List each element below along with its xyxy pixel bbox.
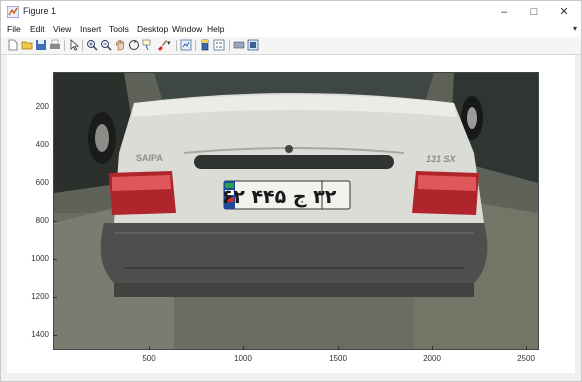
minimize-button[interactable]: – [493, 4, 515, 20]
x-tick-mark [338, 346, 339, 350]
figure-window: Figure 1 – □ ✕ File Edit View Insert Too… [0, 0, 582, 382]
toolbar-separator [195, 40, 196, 51]
hide-plot-tools-icon[interactable] [233, 39, 245, 51]
zoom-out-icon[interactable] [100, 39, 112, 51]
y-tick-mark [53, 183, 57, 184]
x-tick-mark [526, 346, 527, 350]
zoom-in-icon[interactable] [86, 39, 98, 51]
save-icon[interactable] [35, 39, 47, 51]
y-tick-label: 400 [35, 140, 49, 149]
maximize-button[interactable]: □ [523, 4, 545, 20]
image-axes[interactable]: SAIPA 131 SX ۳۲ ج ۴۴۵ ۶۲ [53, 72, 539, 350]
y-tick-mark [53, 335, 57, 336]
y-tick-mark [53, 107, 57, 108]
menu-tools[interactable]: Tools [109, 24, 129, 34]
x-tick-label: 2500 [517, 354, 535, 363]
figure-canvas: SAIPA 131 SX ۳۲ ج ۴۴۵ ۶۲ 200 400 600 800… [7, 55, 575, 373]
y-tick-mark [53, 297, 57, 298]
y-tick-label: 1400 [31, 330, 49, 339]
pan-icon[interactable] [114, 39, 126, 51]
saipa-badge: SAIPA [136, 153, 163, 163]
menu-window[interactable]: Window [172, 24, 202, 34]
toolbar-separator [229, 40, 230, 51]
y-tick-mark [53, 221, 57, 222]
menu-edit[interactable]: Edit [30, 24, 45, 34]
menu-help[interactable]: Help [207, 24, 224, 34]
menu-overflow-icon[interactable]: ▾ [573, 24, 577, 33]
model-badge: 131 SX [426, 154, 457, 164]
title-bar: Figure 1 – □ ✕ [1, 1, 581, 23]
show-plot-tools-icon[interactable] [247, 39, 259, 51]
x-tick-label: 2000 [423, 354, 441, 363]
y-tick-label: 800 [35, 216, 49, 225]
brush-dropdown-icon[interactable]: ▾ [167, 39, 179, 51]
data-cursor-icon[interactable] [142, 39, 154, 51]
x-tick-mark [432, 346, 433, 350]
x-tick-mark [243, 346, 244, 350]
y-tick-mark [53, 145, 57, 146]
link-plot-icon[interactable] [180, 39, 192, 51]
y-tick-mark [53, 259, 57, 260]
open-file-icon[interactable] [21, 39, 33, 51]
x-tick-label: 1000 [234, 354, 252, 363]
legend-icon[interactable] [213, 39, 225, 51]
close-button[interactable]: ✕ [553, 4, 575, 20]
y-tick-label: 1000 [31, 254, 49, 263]
car-rear-image: SAIPA 131 SX ۳۲ ج ۴۴۵ ۶۲ [54, 73, 538, 349]
figure-toolbar: ▾ [1, 37, 581, 55]
menu-desktop[interactable]: Desktop [137, 24, 168, 34]
license-plate-text: ۳۲ ج ۴۴۵ ۶۲ [222, 186, 337, 208]
x-tick-label: 1500 [329, 354, 347, 363]
new-figure-icon[interactable] [7, 39, 19, 51]
menu-bar: File Edit View Insert Tools Desktop Wind… [1, 23, 581, 37]
toolbar-separator [64, 40, 65, 51]
toolbar-separator [82, 40, 83, 51]
x-tick-label: 500 [142, 354, 156, 363]
pointer-icon[interactable] [68, 39, 80, 51]
menu-view[interactable]: View [53, 24, 71, 34]
window-title: Figure 1 [23, 6, 57, 16]
toolbar-separator [176, 40, 177, 51]
menu-file[interactable]: File [7, 24, 21, 34]
x-tick-mark [149, 346, 150, 350]
y-tick-label: 600 [35, 178, 49, 187]
rotate-3d-icon[interactable] [128, 39, 140, 51]
colorbar-icon[interactable] [199, 39, 211, 51]
y-tick-label: 1200 [31, 292, 49, 301]
matlab-figure-icon [7, 6, 19, 18]
print-icon[interactable] [49, 39, 61, 51]
y-tick-label: 200 [35, 102, 49, 111]
menu-insert[interactable]: Insert [80, 24, 101, 34]
